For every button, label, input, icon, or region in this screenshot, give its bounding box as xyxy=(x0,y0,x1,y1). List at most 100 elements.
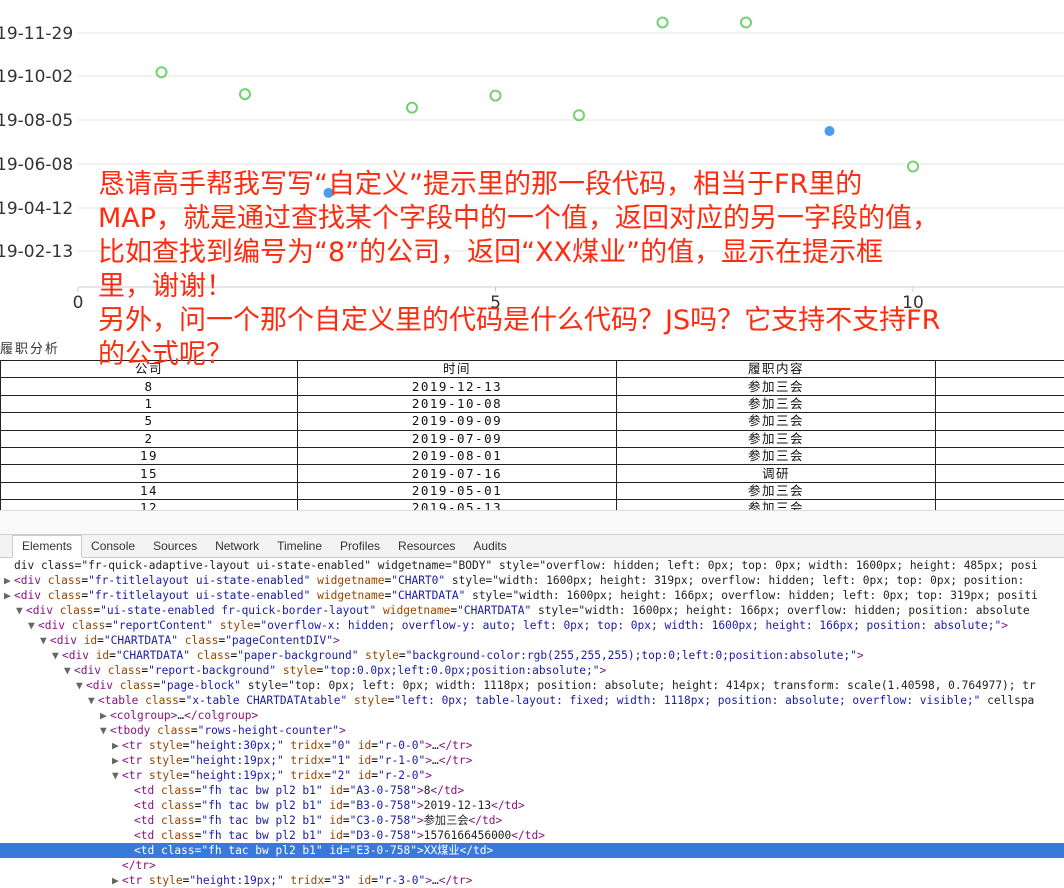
tab-console[interactable]: Console xyxy=(82,536,144,557)
tab-timeline[interactable]: Timeline xyxy=(268,536,331,557)
question-line: MAP，就是通过查找某个字段中的一个值，返回对应的另一字段的值， xyxy=(98,202,1058,236)
dom-node-line[interactable]: <td class="fh tac bw pl2 b1" id="E3-0-75… xyxy=(0,843,1064,858)
triangle-right-icon[interactable]: ▶ xyxy=(112,873,122,888)
report-title: 履职分析 xyxy=(0,338,60,357)
y-tick-label: 19-04-12 xyxy=(0,199,73,219)
scatter-point[interactable] xyxy=(407,103,417,113)
triangle-down-icon[interactable]: ▼ xyxy=(40,633,50,648)
table-cell: 2019-08-01 xyxy=(298,447,617,464)
dom-node-line[interactable]: </tr> xyxy=(0,858,1064,873)
table-cell: 2019-07-16 xyxy=(298,465,617,482)
dom-node-text: <div class="page-block" style="top: 0px;… xyxy=(86,679,1036,692)
scatter-point[interactable] xyxy=(240,89,250,99)
dom-node-line[interactable]: ▼<div class="reportContent" style="overf… xyxy=(0,618,1064,633)
panel-divider[interactable] xyxy=(0,510,1064,535)
table-cell: 参加三会 xyxy=(617,395,936,412)
table-cell xyxy=(936,413,1064,430)
table-row: 122019-05-13参加三会 xyxy=(1,500,1064,510)
question-line: 的公式呢？ xyxy=(98,338,1058,372)
triangle-down-icon[interactable]: ▼ xyxy=(28,618,38,633)
table-row: 192019-08-01参加三会 xyxy=(1,447,1064,464)
dom-node-line[interactable]: ▶<tr style="height:19px;" tridx="3" id="… xyxy=(0,873,1064,888)
dom-node-line[interactable]: <td class="fh tac bw pl2 b1" id="D3-0-75… xyxy=(0,828,1064,843)
triangle-right-icon[interactable]: ▶ xyxy=(4,588,14,603)
dom-node-text: <div class="report-background" style="to… xyxy=(74,664,606,677)
table-cell xyxy=(936,482,1064,499)
scatter-point[interactable] xyxy=(491,91,501,101)
tab-network[interactable]: Network xyxy=(206,536,268,557)
triangle-down-icon[interactable]: ▼ xyxy=(64,663,74,678)
triangle-down-icon[interactable]: ▼ xyxy=(100,723,110,738)
table-cell: 调研 xyxy=(617,465,936,482)
dom-node-text: <div id="CHARTDATA" class="paper-backgro… xyxy=(62,649,864,662)
dom-node-line[interactable]: ▼<tr style="height:19px;" tridx="2" id="… xyxy=(0,768,1064,783)
y-tick-label: 19-06-08 xyxy=(0,155,73,175)
table-cell: 2019-09-09 xyxy=(298,413,617,430)
dom-node-text: <colgroup>…</colgroup> xyxy=(110,709,258,722)
table-row: 82019-12-13参加三会 xyxy=(1,378,1064,395)
triangle-right-icon[interactable]: ▶ xyxy=(4,573,14,588)
elements-tree: div class="fr-quick-adaptive-layout ui-s… xyxy=(0,558,1064,888)
table-cell xyxy=(936,465,1064,482)
tab-sources[interactable]: Sources xyxy=(144,536,206,557)
dom-node-line[interactable]: ▶<div class="fr-titlelayout ui-state-ena… xyxy=(0,573,1064,588)
y-tick-label: 19-10-02 xyxy=(0,67,73,87)
table-cell: 12 xyxy=(1,500,298,510)
triangle-right-icon[interactable]: ▶ xyxy=(100,708,110,723)
table-cell: 5 xyxy=(1,413,298,430)
triangle-right-icon[interactable]: ▶ xyxy=(112,738,122,753)
table-cell: 15 xyxy=(1,465,298,482)
dom-node-line[interactable]: ▶<tr style="height:19px;" tridx="1" id="… xyxy=(0,753,1064,768)
dom-node-text: <tr style="height:19px;" tridx="1" id="r… xyxy=(122,754,472,767)
dom-node-line[interactable]: div class="fr-quick-adaptive-layout ui-s… xyxy=(0,558,1064,573)
dom-node-text: <td class="fh tac bw pl2 b1" id="A3-0-75… xyxy=(134,784,464,797)
table-cell xyxy=(936,378,1064,395)
report-table-body: 公司 时间 履职内容 82019-12-13参加三会12019-10-08参加三… xyxy=(1,361,1064,511)
table-cell: 参加三会 xyxy=(617,430,936,447)
dom-node-line[interactable]: ▶<div class="fr-titlelayout ui-state-ena… xyxy=(0,588,1064,603)
scatter-point[interactable] xyxy=(825,126,835,136)
scatter-point[interactable] xyxy=(658,17,668,27)
dom-node-text: <tr style="height:30px;" tridx="0" id="r… xyxy=(122,739,472,752)
triangle-down-icon[interactable]: ▼ xyxy=(112,768,122,783)
dom-node-text: <td class="fh tac bw pl2 b1" id="D3-0-75… xyxy=(134,829,545,842)
dom-node-text: <tbody class="rows-height-counter"> xyxy=(110,724,346,737)
triangle-down-icon[interactable]: ▼ xyxy=(52,648,62,663)
table-row: 12019-10-08参加三会 xyxy=(1,395,1064,412)
triangle-down-icon[interactable]: ▼ xyxy=(76,678,86,693)
scatter-point[interactable] xyxy=(741,17,751,27)
dom-node-line[interactable]: ▶<colgroup>…</colgroup> xyxy=(0,708,1064,723)
scatter-point[interactable] xyxy=(157,67,167,77)
dom-node-line[interactable]: ▼<div class="page-block" style="top: 0px… xyxy=(0,678,1064,693)
dom-node-text: <div class="ui-state-enabled fr-quick-bo… xyxy=(26,604,1030,617)
dom-node-line[interactable]: <td class="fh tac bw pl2 b1" id="C3-0-75… xyxy=(0,813,1064,828)
y-tick-label: 19-11-29 xyxy=(0,24,73,44)
scatter-point[interactable] xyxy=(574,110,584,120)
table-cell: 2019-10-08 xyxy=(298,395,617,412)
devtools-panel: ElementsConsoleSourcesNetworkTimelinePro… xyxy=(0,534,1064,876)
table-cell: 19 xyxy=(1,447,298,464)
dom-node-line[interactable]: ▶<tr style="height:30px;" tridx="0" id="… xyxy=(0,738,1064,753)
table-row: 152019-07-16调研 xyxy=(1,465,1064,482)
table-cell xyxy=(936,447,1064,464)
tab-profiles[interactable]: Profiles xyxy=(331,536,389,557)
dom-node-line[interactable]: ▼<div class="ui-state-enabled fr-quick-b… xyxy=(0,603,1064,618)
dom-node-line[interactable]: ▼<table class="x-table CHARTDATAtable" s… xyxy=(0,693,1064,708)
triangle-down-icon[interactable]: ▼ xyxy=(88,693,98,708)
dom-node-line[interactable]: <td class="fh tac bw pl2 b1" id="A3-0-75… xyxy=(0,783,1064,798)
tab-resources[interactable]: Resources xyxy=(389,536,464,557)
dom-node-line[interactable]: ▼<div id="CHARTDATA" class="paper-backgr… xyxy=(0,648,1064,663)
tab-elements[interactable]: Elements xyxy=(12,535,82,558)
table-cell: 2019-12-13 xyxy=(298,378,617,395)
triangle-right-icon[interactable]: ▶ xyxy=(112,753,122,768)
triangle-down-icon[interactable]: ▼ xyxy=(16,603,26,618)
tab-audits[interactable]: Audits xyxy=(464,536,515,557)
table-cell: 参加三会 xyxy=(617,482,936,499)
table-cell xyxy=(936,500,1064,510)
dom-node-text: <td class="fh tac bw pl2 b1" id="C3-0-75… xyxy=(134,814,502,827)
dom-node-line[interactable]: <td class="fh tac bw pl2 b1" id="B3-0-75… xyxy=(0,798,1064,813)
dom-node-line[interactable]: ▼<tbody class="rows-height-counter"> xyxy=(0,723,1064,738)
x-tick-label: 0 xyxy=(73,293,84,313)
dom-node-line[interactable]: ▼<div id="CHARTDATA" class="pageContentD… xyxy=(0,633,1064,648)
dom-node-line[interactable]: ▼<div class="report-background" style="t… xyxy=(0,663,1064,678)
